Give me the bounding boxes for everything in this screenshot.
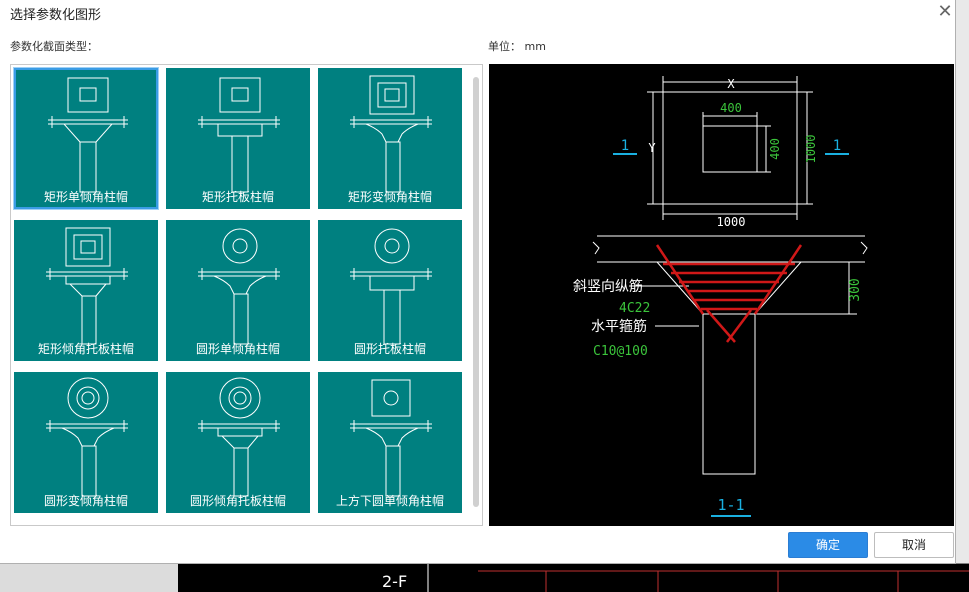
label-rebar-hoop: 水平箍筋 — [591, 318, 647, 335]
label-rebar-slant: 斜竖向纵筋 — [573, 278, 643, 295]
rect-plate-cap-icon — [198, 77, 280, 193]
round-plate-cap-icon — [350, 228, 432, 345]
tile-label: 矩形单倾角柱帽 — [43, 190, 128, 204]
shape-grid-panel: 矩形单倾角柱帽 矩形托板柱帽 矩形变倾角柱帽 矩形倾角托板柱帽 圆形单倾角柱帽 … — [10, 64, 483, 526]
tile-round-plate-cap[interactable]: 圆形托板柱帽 — [318, 220, 462, 361]
unit-label: 单位： mm — [488, 40, 546, 53]
tile-label: 圆形变倾角柱帽 — [43, 494, 128, 508]
square-top-round-bottom-cap-icon — [350, 379, 432, 497]
dialog-title: 选择参数化图形 — [10, 8, 102, 23]
tile-round-variable-slope-cap[interactable]: 圆形变倾角柱帽 — [14, 372, 158, 513]
ok-button[interactable]: 确定 — [788, 532, 868, 558]
tile-label: 圆形倾角托板柱帽 — [189, 494, 286, 508]
dim-1000-bottom: 1000 — [717, 215, 746, 229]
tile-label: 圆形单倾角柱帽 — [195, 342, 280, 356]
section-mark-left: 1 — [621, 138, 629, 154]
rebar-slant-value: 4C22 — [619, 301, 650, 316]
tile-rect-variable-slope-cap[interactable]: 矩形变倾角柱帽 — [318, 68, 462, 209]
rebar-lines — [655, 244, 803, 343]
tile-label: 矩形变倾角柱帽 — [347, 190, 432, 204]
cancel-button[interactable]: 取消 — [874, 532, 954, 558]
shape-preview: X 400 Y 400 1000 1000 1 1 300 斜竖向纵筋 4C22… — [489, 64, 954, 526]
round-variable-slope-cap-icon — [46, 377, 128, 497]
section-title: 1-1 — [717, 496, 744, 514]
background-app-edge — [955, 0, 969, 563]
round-single-slope-cap-icon — [198, 228, 280, 345]
dim-1000-right: 1000 — [804, 135, 818, 164]
dim-x-label: X — [727, 77, 735, 91]
background-cad-canvas: 2-F — [178, 563, 969, 592]
tile-rect-single-slope-cap[interactable]: 矩形单倾角柱帽 — [14, 68, 158, 209]
tile-square-top-round-bottom-cap[interactable]: 上方下圆单倾角柱帽 — [318, 372, 462, 513]
section-mark-right: 1 — [833, 138, 841, 154]
scroll-thumb[interactable] — [473, 77, 479, 507]
tile-rect-plate-cap[interactable]: 矩形托板柱帽 — [166, 68, 310, 209]
tile-label: 矩形托板柱帽 — [201, 190, 274, 204]
grid-scrollbar[interactable] — [472, 69, 480, 521]
rect-slope-plate-cap-icon — [46, 227, 128, 345]
rebar-hoop-value: C10@100 — [593, 344, 648, 359]
tile-round-single-slope-cap[interactable]: 圆形单倾角柱帽 — [166, 220, 310, 361]
select-parametric-shape-dialog: 选择参数化图形 ✕ 参数化截面类型： 单位： mm 矩形单倾角柱帽 矩形托板柱帽… — [0, 0, 956, 564]
dim-300: 300 — [848, 278, 863, 301]
tile-label: 圆形托板柱帽 — [353, 342, 426, 356]
dim-400-top: 400 — [720, 101, 742, 115]
rect-variable-slope-cap-icon — [350, 75, 432, 193]
plan-inner-rect — [702, 125, 758, 173]
tile-label: 矩形倾角托板柱帽 — [37, 342, 134, 356]
round-slope-plate-cap-icon — [198, 377, 280, 497]
dim-y-label: Y — [648, 141, 656, 155]
cad-axis-label: 2-F — [382, 572, 407, 591]
dim-400-side: 400 — [768, 138, 782, 160]
section-type-label: 参数化截面类型： — [10, 40, 98, 53]
rect-single-slope-cap-icon — [48, 77, 128, 193]
tile-round-slope-plate-cap[interactable]: 圆形倾角托板柱帽 — [166, 372, 310, 513]
close-icon[interactable]: ✕ — [934, 1, 956, 23]
tile-label: 上方下圆单倾角柱帽 — [335, 494, 444, 508]
tile-rect-slope-plate-cap[interactable]: 矩形倾角托板柱帽 — [14, 220, 158, 361]
unit-value: mm — [524, 40, 546, 53]
